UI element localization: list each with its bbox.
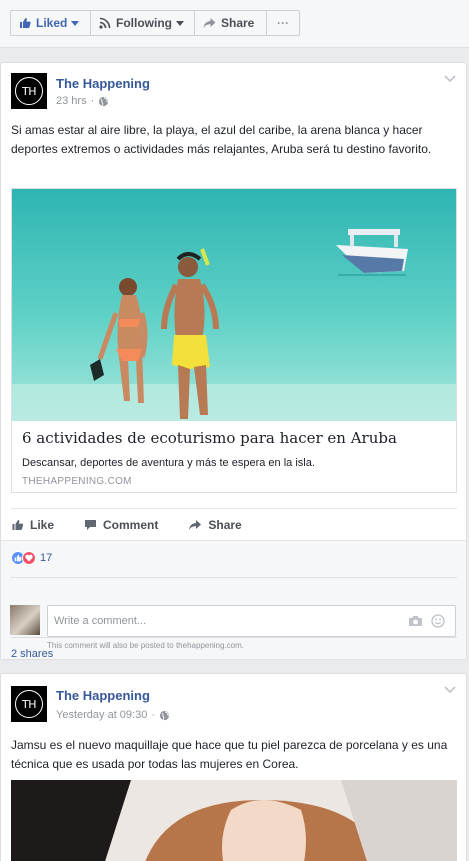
feed-post: TH The Happening Yesterday at 09:30 · Ja… [0, 673, 467, 861]
page-avatar[interactable]: TH [11, 686, 47, 722]
page-name-link[interactable]: The Happening [56, 688, 150, 703]
share-label: Share [208, 517, 242, 532]
page-name-link[interactable]: The Happening [56, 76, 150, 91]
commenter-avatar [10, 605, 40, 635]
link-title[interactable]: 6 actividades de ecoturismo para hacer e… [22, 429, 397, 447]
share-button[interactable]: Share [188, 517, 242, 532]
separator-dot: · [151, 709, 156, 721]
chevron-down-icon [176, 20, 184, 26]
comment-bubble-icon [85, 519, 97, 530]
share-label: Share [221, 16, 255, 30]
post-options-chevron-icon[interactable] [444, 686, 456, 694]
footer-divider [11, 577, 457, 578]
footer-divider [11, 637, 457, 638]
post-meta: Yesterday at 09:30 · [56, 709, 170, 721]
post-text: Si amas estar al aire libre, la playa, e… [11, 123, 432, 156]
link-preview-image [12, 189, 456, 421]
liked-button[interactable]: Liked [11, 11, 91, 35]
globe-icon [99, 96, 109, 106]
thumbs-up-icon [20, 18, 31, 28]
liked-label: Liked [36, 16, 68, 30]
rss-feed-icon [99, 17, 111, 29]
more-label: ··· [277, 16, 289, 30]
share-arrow-icon [189, 519, 202, 530]
like-button[interactable]: Like [11, 518, 54, 532]
post-timestamp[interactable]: Yesterday at 09:30 [56, 709, 147, 721]
following-button[interactable]: Following [91, 11, 195, 35]
feed-post: TH The Happening 23 hrs · Si amas estar … [0, 62, 467, 660]
page-action-buttons: Liked Following Share ··· [10, 10, 300, 36]
reactions-summary[interactable]: 17 [11, 551, 52, 565]
emoji-icon[interactable] [431, 614, 445, 628]
more-options-button[interactable]: ··· [267, 11, 299, 35]
link-domain: THEHAPPENING.COM [22, 476, 132, 487]
thumbs-up-icon [12, 519, 24, 530]
post-options-chevron-icon[interactable] [444, 75, 456, 83]
globe-icon [159, 710, 170, 720]
comment-note: This comment will also be posted to theh… [47, 641, 244, 650]
share-arrow-icon [203, 18, 216, 28]
post-timestamp[interactable]: 23 hrs [56, 95, 87, 107]
page-action-bar: Liked Following Share ··· [0, 0, 469, 48]
chevron-down-icon [71, 20, 80, 26]
page-logo: TH [15, 77, 43, 105]
like-label: Like [30, 517, 55, 532]
share-page-button[interactable]: Share [195, 11, 267, 35]
page-avatar[interactable]: TH [11, 73, 47, 109]
post-meta: 23 hrs · [56, 95, 109, 107]
comment-button[interactable]: Comment [84, 518, 158, 532]
love-reaction-icon [22, 551, 36, 565]
camera-icon[interactable] [408, 615, 423, 627]
separator-dot: · [90, 95, 95, 107]
post-photo[interactable] [11, 780, 457, 861]
post-text: Jamsu es el nuevo maquillaje que hace qu… [11, 738, 448, 771]
link-description: Descansar, deportes de aventura y más te… [22, 457, 315, 469]
link-preview-card[interactable]: 6 actividades de ecoturismo para hacer e… [11, 188, 457, 493]
post-actions: Like Comment Share [11, 508, 457, 540]
comment-input[interactable]: Write a comment... [47, 605, 456, 637]
reactions-count: 17 [40, 552, 53, 564]
portrait-photo [11, 780, 457, 861]
page-logo: TH [15, 690, 43, 718]
comment-label: Comment [103, 517, 159, 532]
beach-photo [12, 189, 456, 421]
following-label: Following [116, 16, 172, 30]
comment-placeholder: Write a comment... [54, 615, 147, 627]
